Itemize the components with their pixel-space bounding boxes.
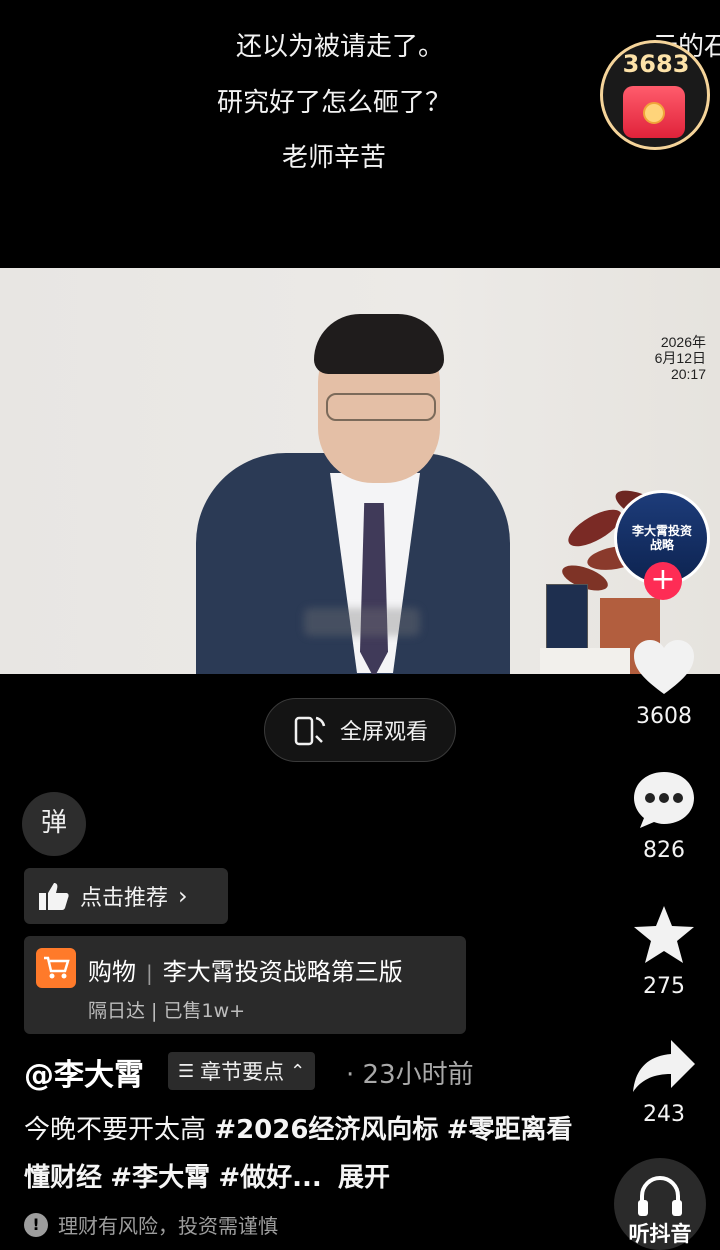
- presenter-hair: [314, 314, 444, 374]
- danmaku-line-3: 老师辛苦: [281, 143, 386, 173]
- presenter-tie: [360, 503, 388, 674]
- shop-subtitle: 隔日达 | 已售1w+: [88, 1000, 246, 1022]
- list-icon: ☰: [178, 1060, 195, 1082]
- avatar-book-title: 李大霄投资战略: [632, 524, 693, 552]
- follow-button[interactable]: +: [644, 562, 682, 600]
- danmaku-toggle-button[interactable]: 弹: [22, 792, 86, 856]
- shelf: [540, 648, 630, 674]
- presenter-glasses: [326, 393, 436, 421]
- author-name[interactable]: @李大霄: [24, 1050, 144, 1094]
- date-line-3: 20:17: [670, 366, 706, 382]
- chapters-label: 章节要点: [200, 1060, 285, 1084]
- favorite-count: 275: [643, 974, 685, 999]
- risk-notice-text: 理财有风险，投资需谨慎: [58, 1214, 278, 1238]
- shopping-card[interactable]: 购物 | 李大霄投资战略第三版 隔日达 | 已售1w+: [24, 936, 466, 1034]
- expand-link[interactable]: 展开: [338, 1163, 390, 1193]
- shop-product: 李大霄投资战略第三版: [162, 958, 403, 986]
- chevron-right-icon: ›: [178, 882, 188, 910]
- book-image: [546, 584, 588, 658]
- date-line-2: 6月12日: [654, 350, 706, 366]
- hashtag[interactable]: #做好...: [218, 1163, 321, 1193]
- share-button[interactable]: 243: [620, 1038, 708, 1127]
- headphones-icon: [638, 1176, 682, 1216]
- video-date-stamp: 2026年 6月12日 20:17: [655, 334, 706, 382]
- warning-icon: !: [24, 1212, 48, 1237]
- share-icon: [633, 1040, 695, 1092]
- date-line-1: 2026年: [660, 334, 706, 350]
- rotate-phone-icon: [294, 716, 326, 746]
- recommend-label: 点击推荐: [80, 886, 169, 911]
- risk-notice: ! 理财有风险，投资需谨慎: [24, 1210, 278, 1239]
- hashtag[interactable]: #李大霄: [110, 1163, 210, 1193]
- shop-category: 购物: [88, 958, 136, 986]
- red-packet-coin-icon: [643, 102, 665, 124]
- shop-title: 购物 | 李大霄投资战略第三版: [88, 952, 403, 987]
- chapters-button[interactable]: ☰ 章节要点 ⌃: [168, 1052, 316, 1090]
- share-count: 243: [643, 1102, 685, 1127]
- post-description: 今晚不要开太高 #2026经济风向标 #零距离看懂财经 #李大霄 #做好... …: [24, 1106, 584, 1202]
- comment-button[interactable]: 826: [620, 770, 708, 863]
- listen-label[interactable]: 听抖音: [612, 1218, 708, 1248]
- thumbs-up-icon: [39, 883, 69, 910]
- danmaku-toggle-label: 弹: [40, 808, 67, 838]
- favorite-button[interactable]: 275: [620, 904, 708, 999]
- like-count: 3608: [636, 704, 692, 729]
- comment-icon: [634, 772, 694, 828]
- heart-icon: [634, 640, 694, 694]
- chevron-up-icon: ⌃: [290, 1060, 306, 1082]
- post-time: · 23小时前: [346, 1060, 474, 1090]
- video-player[interactable]: 2026年 6月12日 20:17: [0, 268, 720, 674]
- blurred-caption: [304, 608, 420, 636]
- danmaku-line-2: 研究好了怎么砸了？: [216, 88, 451, 118]
- comment-count: 826: [643, 838, 685, 863]
- hashtag[interactable]: #2026经济风向标: [214, 1115, 438, 1145]
- plus-icon: +: [650, 562, 676, 597]
- star-icon: [634, 906, 694, 963]
- post-text: 今晚不要开太高: [24, 1115, 207, 1145]
- red-packet-count: 3683: [622, 50, 690, 78]
- recommend-button[interactable]: 点击推荐 ›: [24, 868, 228, 924]
- shop-divider: |: [146, 961, 153, 985]
- fullscreen-button[interactable]: 全屏观看: [264, 698, 456, 762]
- fullscreen-label: 全屏观看: [339, 720, 428, 745]
- like-button[interactable]: 3608: [620, 638, 708, 729]
- cart-icon: [36, 948, 76, 988]
- danmaku-line-1: 还以为被请走了。: [235, 32, 444, 62]
